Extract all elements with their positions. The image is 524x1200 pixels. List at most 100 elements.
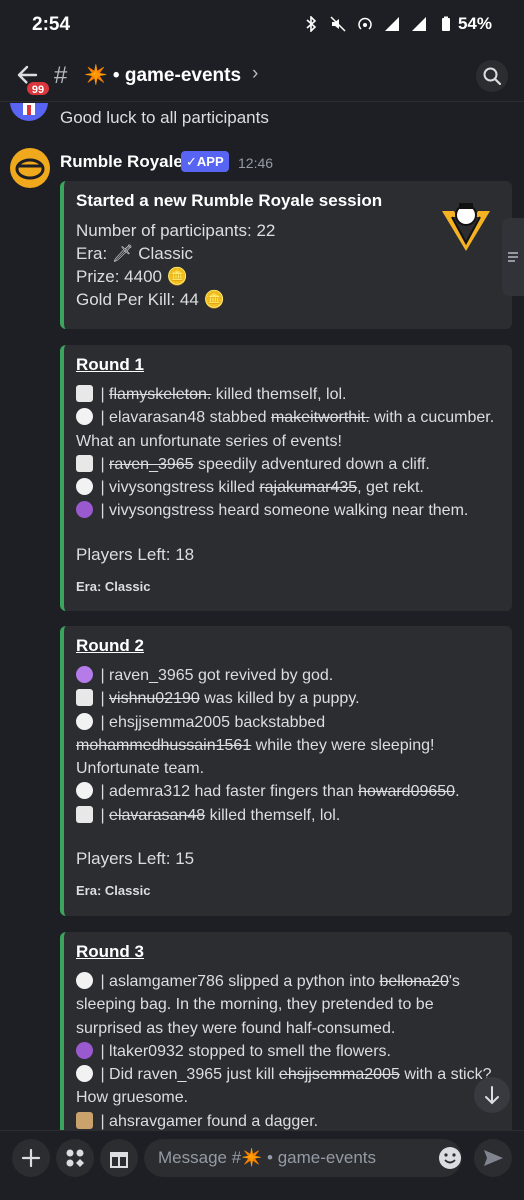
avatar[interactable] [10,103,48,121]
round-event: | aslamgamer786 slipped a python into be… [76,970,500,1040]
event-text: killed themself, lol. [211,386,347,403]
input-bar [0,1130,524,1200]
skull-icon [76,782,93,800]
round-embed: Round 3 | aslamgamer786 slipped a python… [60,932,512,1130]
round-event: | ehsjjsemma2005 backstabbed mohammedhus… [76,711,500,781]
skull-icon [76,408,93,426]
bluetooth-icon [306,16,317,32]
unread-badge: 99 [25,80,51,97]
event-text: | [96,386,110,403]
apps-button[interactable] [56,1139,94,1177]
event-text: | [96,455,110,473]
send-icon [484,1150,503,1166]
emoji-icon[interactable] [436,1144,464,1172]
eliminated-player: flamyskeleton. [109,386,212,403]
event-text: killed themself, lol. [205,806,341,824]
round-event: | raven_3965 got revived by god. [76,664,500,687]
participants-line: Number of participants: 22 [76,221,276,240]
hotspot-icon [358,17,372,30]
event-text: | Did raven_3965 just kill [96,1066,279,1084]
egg-icon [76,1041,93,1059]
round-event: | Did raven_3965 just kill ehsjjsemma200… [76,1063,500,1110]
event-text: | ehsjjsemma2005 backstabbed [96,713,326,731]
round-event: | raven_3965 speedily adventured down a … [76,453,500,476]
scroll-to-bottom-button[interactable] [474,1077,510,1113]
skull-icon [76,712,93,730]
dagger-icon [76,1111,93,1129]
channel-name[interactable]: ✴️ • game-events [84,63,241,87]
signal-icon [385,17,399,31]
round-title: Round 1 [76,355,144,374]
search-button[interactable] [476,60,508,92]
round-event: | ltaker0932 stopped to smell the flower… [76,1040,500,1063]
apps-icon [66,1149,84,1167]
round-event: | ahsravgamer found a dagger. [76,1110,500,1130]
round-title: Round 2 [76,636,144,655]
gift-icon [110,1152,128,1168]
round-event: | ademra312 had faster fingers than howa… [76,780,500,803]
message-text: Good luck to all participants [60,108,269,127]
message-timestamp: 12:46 [238,155,274,171]
plus-icon [21,1148,41,1168]
hash-icon: # [54,62,68,89]
event-text: | ltaker0932 stopped to smell the flower… [96,1042,391,1060]
round-event: | flamyskeleton. killed themself, lol. [76,383,500,406]
event-text: , get rekt. [357,479,424,497]
round-event: | vivysongstress killed rajakumar435, ge… [76,476,500,499]
eliminated-player: rajakumar435 [259,479,358,497]
eliminated-player: elavarasan48 [109,806,206,824]
arrow-down-icon [485,1086,499,1105]
round-event: | elavarasan48 stabbed makeitworthit. wi… [76,406,500,453]
players-left: Players Left: 18 [76,544,195,564]
status-bar: 2:54 54% [0,0,524,50]
embed-footer-era: Era: Classic [76,578,151,594]
event-text: | aslamgamer786 slipped a python into [96,973,380,990]
eliminated-player: vishnu02190 [109,690,200,708]
list-icon [508,252,518,262]
mute-icon [330,16,346,32]
prize-line: Prize: 4400 🪙 [76,267,188,286]
tombstone-icon [76,385,93,402]
battery-icon [442,16,450,31]
chevron-right-icon[interactable]: › [252,63,258,85]
eliminated-player: mohammedhussain1561 [76,736,252,754]
battery-percent: 54% [457,14,492,33]
rumble-royale-logo [442,203,490,251]
event-text: | [96,806,110,824]
message-input[interactable] [144,1139,462,1177]
session-embed: Started a new Rumble Royale session Numb… [60,181,512,329]
eliminated-player: raven_3965 [109,455,194,473]
gift-button[interactable] [100,1139,138,1177]
skull-icon [76,1065,93,1083]
search-icon [483,67,502,86]
round-event: | elavarasan48 killed themself, lol. [76,804,500,827]
signal-4g-icon [412,17,426,31]
event-text: | vivysongstress heard someone walking n… [96,502,469,520]
channel-header: # ✴️ • game-events › [0,50,524,102]
tombstone-icon [76,454,93,472]
revive-icon [76,666,93,683]
gold-per-kill-line: Gold Per Kill: 44 🪙 [76,290,225,309]
event-text: speedily adventured down a cliff. [193,455,430,473]
bot-avatar[interactable] [10,148,50,188]
send-button[interactable] [474,1139,512,1177]
era-line: Era: 🗡 Classic [76,244,193,263]
status-time: 2:54 [32,14,71,35]
member-list-tab[interactable] [502,218,524,296]
round-event: | vivysongstress heard someone walking n… [76,499,500,522]
egg-icon [76,501,93,519]
eliminated-player: ehsjjsemma2005 [278,1066,400,1084]
event-text: | ademra312 had faster fingers than [96,783,359,801]
event-text: | ahsravgamer found a dagger. [96,1112,319,1130]
add-button[interactable] [12,1139,50,1177]
eliminated-player: bellona20 [379,973,449,990]
eliminated-player: howard09650 [358,783,456,801]
tombstone-icon [76,689,93,707]
embed-title: Started a new Rumble Royale session [76,191,383,210]
round-embed: Round 2 | raven_3965 got revived by god.… [60,626,512,916]
event-text: . [455,783,460,801]
status-icons [303,16,454,32]
event-text: | vivysongstress killed [96,479,260,497]
message-list[interactable]: Good luck to all participants Rumble Roy… [0,103,524,1130]
message-author[interactable]: Rumble Royale [60,152,183,172]
